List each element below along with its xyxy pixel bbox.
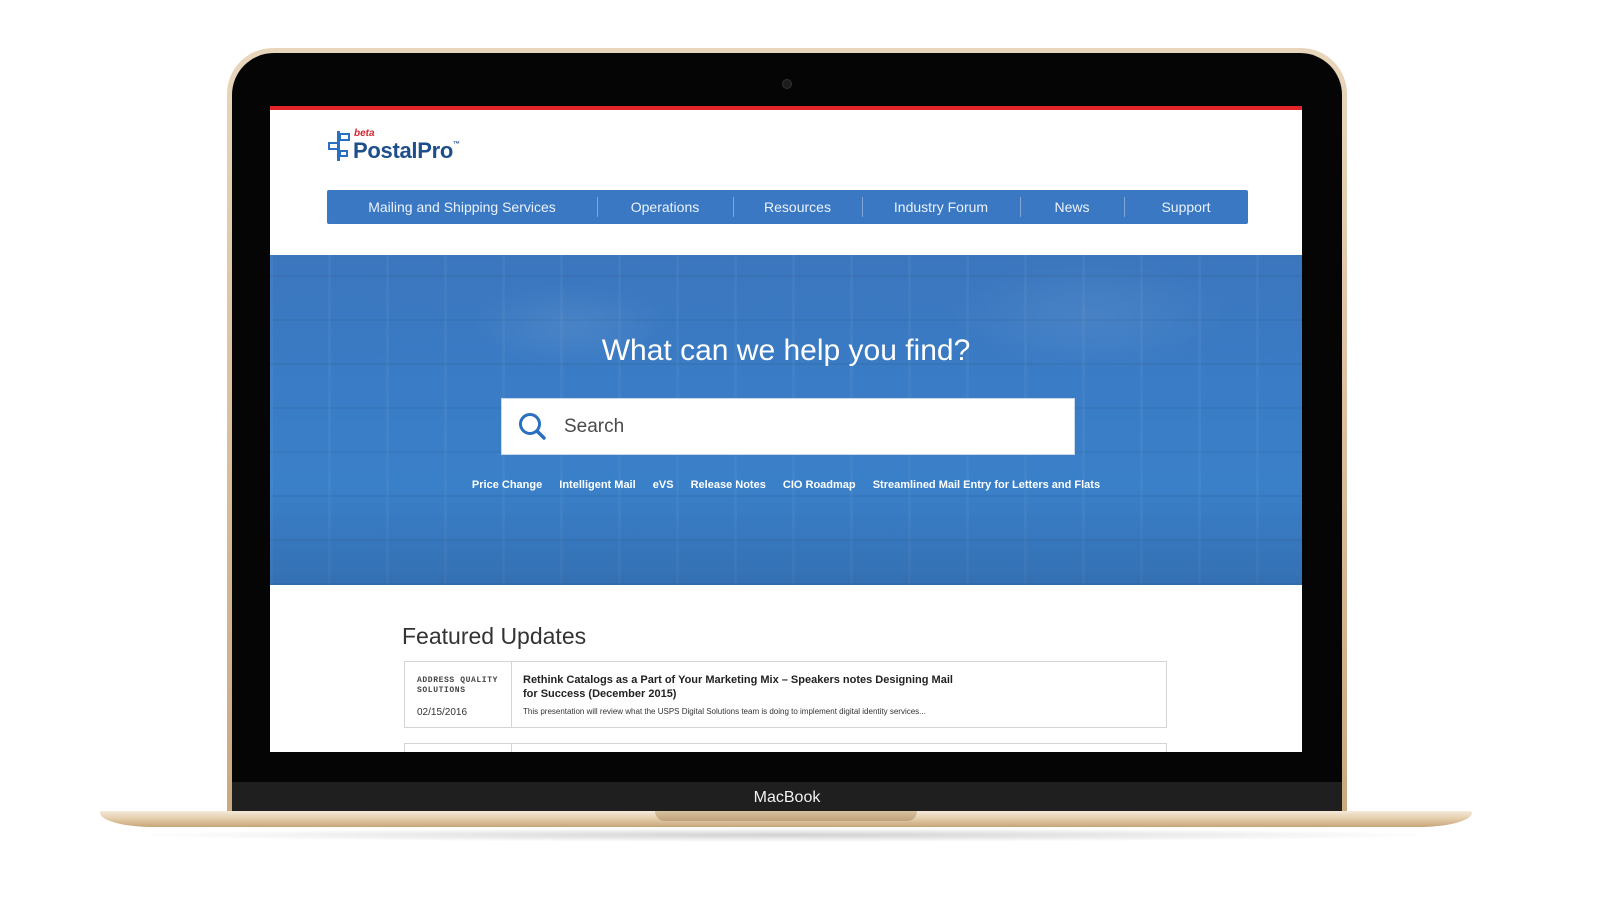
- top-accent-bar: [270, 106, 1302, 110]
- featured-update-card-partial[interactable]: [404, 743, 1167, 752]
- card-divider: [511, 744, 512, 752]
- postalpro-logo-icon: [328, 131, 350, 161]
- nav-item-support[interactable]: Support: [1124, 190, 1248, 224]
- hero-banner: What can we help you find? Price Change …: [270, 255, 1302, 585]
- search-box[interactable]: [501, 398, 1075, 455]
- quick-link-intelligent-mail[interactable]: Intelligent Mail: [559, 479, 635, 491]
- quick-link-streamlined-mail-entry[interactable]: Streamlined Mail Entry for Letters and F…: [873, 479, 1100, 491]
- nav-item-news[interactable]: News: [1020, 190, 1124, 224]
- card-category: ADDRESS QUALITY SOLUTIONS: [417, 676, 499, 695]
- nav-item-mailing-shipping[interactable]: Mailing and Shipping Services: [327, 190, 597, 224]
- card-title[interactable]: Rethink Catalogs as a Part of Your Marke…: [523, 673, 963, 701]
- quick-link-cio-roadmap[interactable]: CIO Roadmap: [783, 479, 856, 491]
- quick-link-evs[interactable]: eVS: [653, 479, 674, 491]
- search-icon[interactable]: [517, 411, 547, 441]
- device-label: MacBook: [753, 789, 821, 806]
- featured-update-card[interactable]: ADDRESS QUALITY SOLUTIONS 02/15/2016 Ret…: [404, 661, 1167, 728]
- card-divider: [511, 662, 512, 727]
- quick-link-price-change[interactable]: Price Change: [472, 479, 542, 491]
- card-description: This presentation will review what the U…: [523, 707, 926, 716]
- card-date: 02/15/2016: [417, 707, 468, 718]
- quick-link-release-notes[interactable]: Release Notes: [691, 479, 766, 491]
- laptop-shadow: [120, 828, 1450, 842]
- nav-item-operations[interactable]: Operations: [597, 190, 733, 224]
- hero-title: What can we help you find?: [601, 334, 971, 367]
- logo-wordmark: PostalPro™: [353, 138, 460, 163]
- laptop-base-notch: [655, 811, 917, 821]
- nav-item-industry-forum[interactable]: Industry Forum: [862, 190, 1020, 224]
- main-nav: Mailing and Shipping Services Operations…: [327, 190, 1248, 224]
- search-input[interactable]: [562, 399, 1056, 454]
- camera-icon: [782, 79, 792, 89]
- featured-updates-heading: Featured Updates: [402, 623, 587, 649]
- nav-item-resources[interactable]: Resources: [733, 190, 862, 224]
- quick-links: Price Change Intelligent Mail eVS Releas…: [270, 479, 1302, 491]
- browser-screen: beta PostalPro™ Mailing and Shipping Ser…: [270, 106, 1302, 752]
